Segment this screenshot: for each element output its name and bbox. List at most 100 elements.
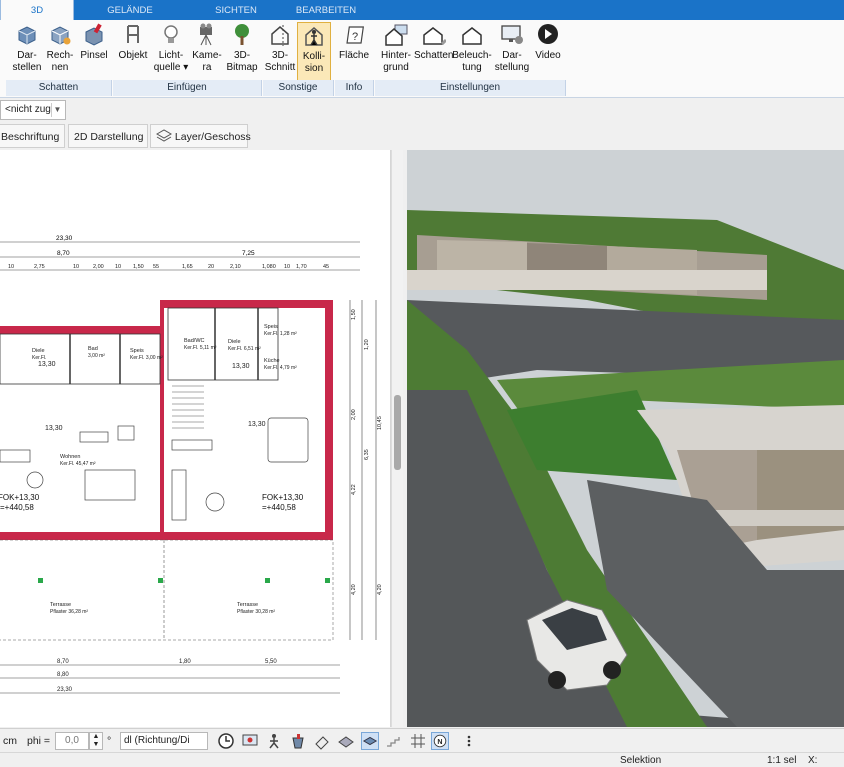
flaeche-button[interactable]: ? Fläche: [336, 22, 372, 81]
screen-icon[interactable]: [241, 732, 259, 750]
dim-top-row: 10 2,75 10 2,00 10 1,50 55 1,65 20 2,10 …: [8, 264, 329, 270]
svg-text:Bad: Bad: [88, 346, 98, 352]
svg-text:Küche: Küche: [264, 358, 280, 364]
scrollbar-thumb[interactable]: [394, 395, 401, 470]
svg-text:23,30: 23,30: [57, 687, 73, 693]
status-bar: Selektion 1:1 sel X:: [0, 752, 844, 767]
layers-icon: [155, 129, 173, 142]
ribbon-button-label-1: Dar-: [502, 50, 522, 61]
svg-text:10: 10: [115, 264, 121, 270]
walk-icon[interactable]: [265, 732, 283, 750]
ribbon-button-label-2: grund: [383, 62, 409, 73]
beschriftung-button[interactable]: Beschriftung: [0, 124, 65, 148]
svg-text:FOK+13,30: FOK+13,30: [0, 493, 40, 502]
svg-text:Speis: Speis: [130, 348, 144, 354]
svg-text:Speis: Speis: [264, 324, 278, 330]
ribbon: Dar- stellen Rech- nen Pinsel Objekt Lic…: [0, 20, 844, 98]
svg-text:Diele: Diele: [228, 339, 241, 345]
svg-text:4,20: 4,20: [377, 584, 383, 595]
schatten-button[interactable]: Schatten: [414, 22, 454, 81]
ribbon-button-label-2: sion: [304, 63, 324, 74]
eraser-icon[interactable]: [313, 732, 331, 750]
svg-text:10: 10: [8, 264, 14, 270]
north-icon[interactable]: N: [431, 732, 449, 750]
phi-input[interactable]: 0,0: [55, 732, 89, 750]
tab-bearbeiten[interactable]: BEARBEITEN: [284, 0, 368, 20]
svg-text:45: 45: [323, 264, 329, 270]
direction-select[interactable]: dl (Richtung/Di: [120, 732, 208, 750]
more-icon[interactable]: [460, 732, 478, 750]
plan-vertical-scrollbar[interactable]: [391, 150, 403, 727]
2d-darstellung-button[interactable]: 2D Darstellung: [68, 124, 148, 148]
3d-bitmap-button[interactable]: 3D- Bitmap: [224, 22, 260, 81]
darstellen-button[interactable]: Dar- stellen: [10, 22, 44, 81]
tab-sichten[interactable]: SICHTEN: [196, 0, 276, 20]
area-question-icon: ?: [346, 26, 364, 44]
monitor-gear-icon: [501, 25, 523, 44]
cube-render-icon: [51, 26, 71, 45]
svg-text:Terrasse: Terrasse: [50, 602, 71, 608]
svg-text:Ker.Fl. 45,47 m²: Ker.Fl. 45,47 m²: [60, 461, 96, 467]
paint-cube-icon: [85, 23, 103, 46]
input-bar: cm phi = 0,0 ▲ ▼ ° dl (Richtung/Di N: [0, 728, 844, 752]
rechnen-button[interactable]: Rech- nen: [44, 22, 76, 81]
kollision-button[interactable]: Kolli- sion: [297, 22, 331, 81]
svg-text:Ker.Fl. 5,11 m²: Ker.Fl. 5,11 m²: [184, 345, 217, 351]
bulb-icon: [164, 25, 178, 43]
objekt-button[interactable]: Objekt: [116, 22, 150, 81]
ribbon-button-label-1: Objekt: [118, 50, 148, 61]
camera-icon: [200, 23, 212, 46]
group-schatten: Schatten: [6, 80, 112, 96]
floor-plan-view[interactable]: 23,30 8,70 7,25 10 2,75 10 2,00 10 1,50 …: [0, 150, 391, 727]
svg-text:FOK+13,30: FOK+13,30: [262, 493, 304, 502]
kamera-button[interactable]: Kame- ra: [190, 22, 224, 81]
svg-text:1,70: 1,70: [296, 264, 307, 270]
darstellung-button[interactable]: Dar- stellung: [492, 22, 532, 81]
status-mode: Selektion: [620, 755, 662, 766]
video-button[interactable]: Video: [532, 22, 564, 81]
play-icon: [538, 24, 558, 44]
svg-text:1,080: 1,080: [262, 264, 276, 270]
ribbon-button-label-1: 3D-: [233, 50, 251, 61]
svg-text:1,50: 1,50: [351, 309, 357, 320]
hatch-icon[interactable]: [337, 732, 355, 750]
filter-select-value: <nicht zug: [5, 104, 51, 115]
svg-text:13,30: 13,30: [248, 421, 266, 428]
layer-icon[interactable]: [361, 732, 379, 750]
group-einstellungen: Einstellungen: [375, 80, 566, 96]
svg-text:2,00: 2,00: [93, 264, 104, 270]
ribbon-button-label-2: ra: [202, 62, 212, 73]
filter-select[interactable]: <nicht zug ▼: [0, 100, 66, 120]
ribbon-button-label-1: Schatten: [414, 50, 454, 61]
bucket-icon[interactable]: [289, 732, 307, 750]
lichtquelle-button[interactable]: Licht- quelle ▾: [152, 22, 190, 81]
phi-stepper[interactable]: ▲ ▼: [89, 732, 103, 750]
3d-view[interactable]: [407, 150, 844, 727]
ribbon-button-label-1: 3D-: [271, 50, 289, 61]
3d-schnitt-button[interactable]: 3D- Schnitt: [262, 22, 298, 81]
ribbon-button-label-1: Video: [535, 50, 561, 61]
ribbon-button-label-1: Beleuch-: [452, 50, 492, 61]
pinsel-button[interactable]: Pinsel: [78, 22, 110, 81]
beleuchtung-button[interactable]: Beleuch- tung: [452, 22, 492, 81]
3d-scene: [407, 150, 844, 727]
svg-text:Pflaster 36,28 m²: Pflaster 36,28 m²: [50, 609, 88, 615]
ribbon-button-label-1: Licht-: [158, 50, 184, 61]
tab-gelaende[interactable]: GELÄNDE: [88, 0, 172, 20]
clock-icon[interactable]: [217, 732, 235, 750]
svg-text:Bad/WC: Bad/WC: [184, 338, 205, 344]
ribbon-button-label-2: stellen: [12, 62, 42, 73]
stairs-icon[interactable]: [385, 732, 403, 750]
tab-3d[interactable]: 3D: [0, 0, 74, 20]
walls: [0, 300, 334, 641]
svg-text:Diele: Diele: [32, 348, 45, 354]
svg-text:8,80: 8,80: [57, 672, 69, 678]
svg-text:1,65: 1,65: [182, 264, 193, 270]
house-shadow-icon: [423, 27, 446, 46]
ribbon-button-label-1: Pinsel: [80, 50, 108, 61]
grid-icon[interactable]: [409, 732, 427, 750]
floor-plan-drawing: 23,30 8,70 7,25 10 2,75 10 2,00 10 1,50 …: [0, 235, 383, 694]
ribbon-button-label-2: Schnitt: [264, 62, 296, 73]
layer-geschoss-button[interactable]: Layer/Geschoss: [150, 124, 251, 148]
hintergrund-button[interactable]: Hinter- grund: [377, 22, 415, 81]
